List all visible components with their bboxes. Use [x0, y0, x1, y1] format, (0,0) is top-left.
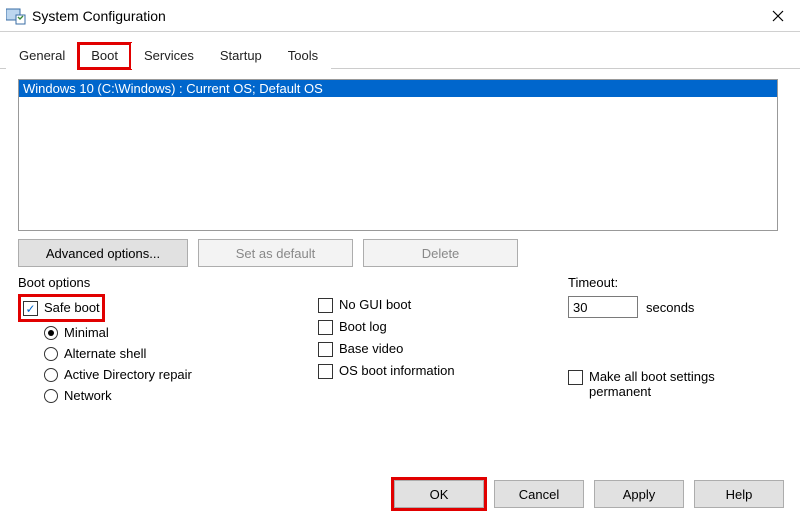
base-video-checkbox[interactable]: Base video	[318, 338, 548, 360]
radio-ad-repair[interactable]: Active Directory repair	[18, 364, 298, 385]
system-config-icon	[6, 7, 26, 25]
timeout-input[interactable]	[568, 296, 638, 318]
os-boot-info-checkbox[interactable]: OS boot information	[318, 360, 548, 382]
dialog-buttons: OK Cancel Apply Help	[394, 480, 784, 508]
tab-bar: General Boot Services Startup Tools	[0, 32, 800, 69]
radio-icon	[44, 368, 58, 382]
radio-icon	[44, 347, 58, 361]
make-permanent-checkbox[interactable]: Make all boot settings permanent	[568, 366, 768, 402]
make-permanent-label: Make all boot settings permanent	[589, 369, 768, 399]
apply-button[interactable]: Apply	[594, 480, 684, 508]
tab-services[interactable]: Services	[131, 43, 207, 69]
radio-label-altshell: Alternate shell	[64, 346, 146, 361]
title-bar: System Configuration	[0, 0, 800, 32]
close-button[interactable]	[755, 1, 800, 31]
radio-label-network: Network	[64, 388, 112, 403]
tab-body: Windows 10 (C:\Windows) : Current OS; De…	[0, 69, 800, 416]
delete-button: Delete	[363, 239, 518, 267]
radio-minimal[interactable]: Minimal	[18, 322, 298, 343]
checkbox-icon	[318, 342, 333, 357]
base-video-label: Base video	[339, 341, 403, 356]
radio-icon	[44, 389, 58, 403]
safe-boot-highlight: Safe boot	[18, 294, 105, 322]
timeout-unit: seconds	[646, 300, 694, 315]
checkbox-icon	[568, 370, 583, 385]
safe-boot-checkbox[interactable]: Safe boot	[23, 297, 100, 319]
tab-general[interactable]: General	[6, 43, 78, 69]
safe-boot-label: Safe boot	[44, 300, 100, 315]
boot-log-label: Boot log	[339, 319, 387, 334]
radio-alternate-shell[interactable]: Alternate shell	[18, 343, 298, 364]
boot-options-area: Boot options Safe boot Minimal Alternate…	[18, 273, 782, 406]
checkbox-icon	[23, 301, 38, 316]
help-button[interactable]: Help	[694, 480, 784, 508]
os-buttons-row: Advanced options... Set as default Delet…	[18, 239, 782, 267]
tab-boot[interactable]: Boot	[78, 43, 131, 69]
cancel-button[interactable]: Cancel	[494, 480, 584, 508]
window-title: System Configuration	[32, 8, 755, 24]
os-entry[interactable]: Windows 10 (C:\Windows) : Current OS; De…	[19, 80, 777, 97]
checkbox-icon	[318, 364, 333, 379]
radio-label-minimal: Minimal	[64, 325, 109, 340]
tab-tools[interactable]: Tools	[275, 43, 331, 69]
set-default-button: Set as default	[198, 239, 353, 267]
radio-network[interactable]: Network	[18, 385, 298, 406]
checkbox-icon	[318, 298, 333, 313]
boot-options-label: Boot options	[18, 273, 298, 294]
radio-label-adrepair: Active Directory repair	[64, 367, 192, 382]
ok-button[interactable]: OK	[394, 480, 484, 508]
os-list[interactable]: Windows 10 (C:\Windows) : Current OS; De…	[18, 79, 778, 231]
spacer	[318, 273, 548, 294]
timeout-label: Timeout:	[568, 273, 768, 294]
no-gui-boot-label: No GUI boot	[339, 297, 411, 312]
advanced-options-button[interactable]: Advanced options...	[18, 239, 188, 267]
radio-icon	[44, 326, 58, 340]
os-boot-info-label: OS boot information	[339, 363, 455, 378]
no-gui-boot-checkbox[interactable]: No GUI boot	[318, 294, 548, 316]
boot-log-checkbox[interactable]: Boot log	[318, 316, 548, 338]
tab-startup[interactable]: Startup	[207, 43, 275, 69]
checkbox-icon	[318, 320, 333, 335]
